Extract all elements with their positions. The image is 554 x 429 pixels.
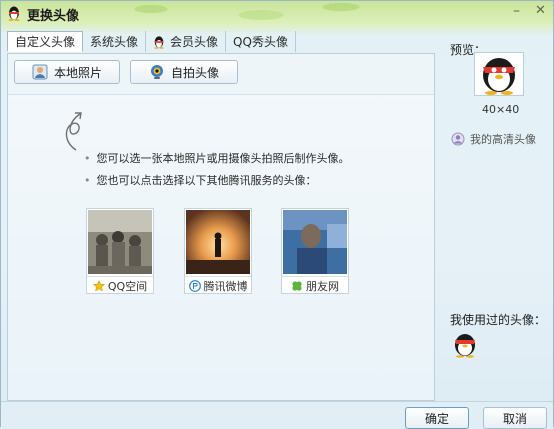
qq-penguin-icon <box>154 35 164 49</box>
qq-penguin-icon <box>8 6 20 21</box>
tab-label: 会员头像 <box>170 35 219 49</box>
bullet: • <box>84 174 91 187</box>
history-avatar[interactable] <box>450 331 480 358</box>
weibo-icon <box>188 280 201 292</box>
clover-icon <box>292 281 302 291</box>
local-photo-label: 本地照片 <box>53 65 102 80</box>
tab-label: 自定义头像 <box>15 35 76 49</box>
dialog-footer <box>1 401 553 429</box>
hint-text: 您可以选一张本地照片或用摄像头拍照后制作头像。 <box>96 152 350 165</box>
avatar-preview <box>474 52 524 96</box>
custom-avatar-panel: 本地照片 自拍头像 • 您可以选一张本地照片或用摄像头拍照后制作头像。 • 您也可以… <box>7 53 435 401</box>
tab-system-avatar[interactable]: 系统头像 <box>83 31 147 52</box>
hd-avatar-icon <box>451 132 465 146</box>
close-button[interactable]: ✕ <box>535 4 546 18</box>
service-weibo[interactable]: 腾讯微博 <box>184 208 252 294</box>
bullet: • <box>84 152 91 165</box>
ok-button[interactable]: 确定 <box>405 407 469 429</box>
cancel-label: 取消 <box>502 411 527 426</box>
hint-line: • 您可以选一张本地照片或用摄像头拍照后制作头像。 <box>84 150 350 166</box>
service-label-text: QQ空间 <box>107 280 148 293</box>
cancel-button[interactable]: 取消 <box>483 407 547 429</box>
hint-text: 您也可以点击选择以下其他腾讯服务的头像： <box>96 174 317 187</box>
service-pengyou[interactable]: 朋友网 <box>281 208 349 294</box>
selfie-button[interactable]: 自拍头像 <box>130 60 238 84</box>
hd-avatar-link[interactable]: 我的高清头像 <box>451 131 536 147</box>
change-avatar-dialog: 更换头像 – ✕ 自定义头像 系统头像 会员头像 QQ秀头像 本地照片 自拍头像… <box>0 0 554 429</box>
qzone-avatar-thumbnail <box>88 210 152 274</box>
title-bar[interactable]: 更换头像 – ✕ <box>1 1 553 25</box>
ok-label: 确定 <box>424 411 449 426</box>
local-photo-button[interactable]: 本地照片 <box>14 60 120 84</box>
history-label: 我使用过的头像： <box>450 313 547 327</box>
tab-bar: 自定义头像 系统头像 会员头像 QQ秀头像 <box>7 31 296 53</box>
service-label-text: 朋友网 <box>306 280 339 293</box>
tab-label: QQ秀头像 <box>233 35 288 49</box>
service-label: 朋友网 <box>282 276 348 295</box>
qq-penguin-avatar <box>475 53 523 95</box>
service-label: QQ空间 <box>87 276 153 295</box>
hd-link-text: 我的高清头像 <box>470 133 536 146</box>
selfie-label: 自拍头像 <box>170 65 219 80</box>
minimize-button[interactable]: – <box>513 4 520 18</box>
hint-line: • 您也可以点击选择以下其他腾讯服务的头像： <box>84 172 317 188</box>
webcam-icon <box>150 65 163 79</box>
pengyou-avatar-thumbnail <box>283 210 347 274</box>
tab-qqshow-avatar[interactable]: QQ秀头像 <box>226 31 296 52</box>
tab-label: 系统头像 <box>90 35 139 49</box>
tab-member-avatar[interactable]: 会员头像 <box>146 31 227 52</box>
service-label-text: 腾讯微博 <box>203 280 248 293</box>
window-title: 更换头像 <box>27 9 80 24</box>
service-qzone[interactable]: QQ空间 <box>86 208 154 294</box>
tab-custom-avatar[interactable]: 自定义头像 <box>7 31 84 52</box>
star-icon <box>92 280 105 292</box>
weibo-avatar-thumbnail <box>186 210 250 274</box>
curved-arrow-icon <box>65 112 82 151</box>
service-label: 腾讯微博 <box>185 276 251 295</box>
preview-size: 40×40 <box>482 103 520 116</box>
portrait-icon <box>32 64 48 80</box>
